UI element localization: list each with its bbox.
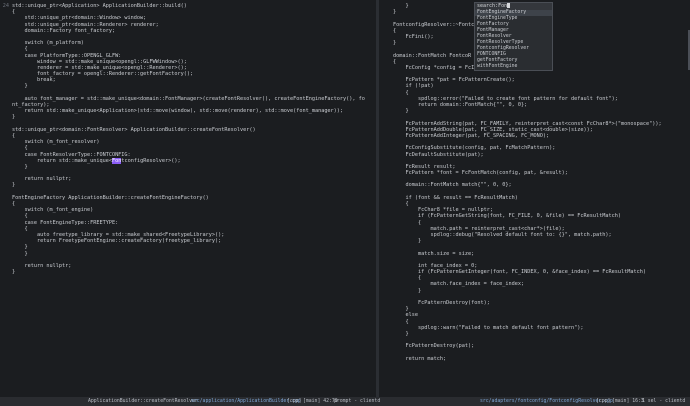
completion-search-text: search:Fon	[477, 3, 508, 9]
code-line[interactable]: FcPatternAddString(pat, FC_FAMILY, reint…	[393, 121, 688, 127]
completion-popup[interactable]: search:Fon FontEngineFactory FontEngineTy…	[474, 2, 553, 71]
line-number	[0, 269, 9, 275]
code-area[interactable]: std::unique_ptr<Application> Application…	[12, 3, 374, 275]
text-cursor: Fon	[111, 157, 122, 164]
code-line[interactable]: if (FcPatternGetInteger(font, FC_INDEX, …	[393, 269, 688, 275]
code-line[interactable]: return match;	[393, 356, 688, 362]
status-position-right: [main] 16:3	[612, 399, 644, 404]
code-line[interactable]: return std::make_unique<Application>(std…	[12, 108, 374, 114]
completion-item[interactable]: withFontEngine	[475, 64, 552, 70]
status-position: [main] 42:70	[303, 399, 338, 404]
status-language: [cpp]	[287, 399, 302, 404]
status-file-path[interactable]: src/application/ApplicationBuilder.cpp	[191, 397, 301, 406]
status-symbol: ApplicationBuilder::createFontResolver	[88, 399, 198, 404]
code-line[interactable]: }	[12, 269, 374, 275]
code-line[interactable]: auto font_manager = std::make_unique<dom…	[12, 96, 374, 102]
status-language-right: [cpp]	[596, 399, 611, 404]
text-caret	[507, 3, 511, 8]
line-number-gutter: 24	[0, 3, 9, 275]
line-number-gutter	[379, 3, 389, 362]
status-selection: 1 sel - clientd	[642, 399, 686, 404]
status-file-path-right[interactable]: src/adapters/fontconfig/FontconfigResolv…	[480, 397, 613, 406]
status-bar: ApplicationBuilder::createFontResolver s…	[0, 397, 690, 406]
completion-search-input[interactable]: search:Fon	[475, 3, 552, 10]
completion-list: FontEngineFactory FontEngineType FontFacto…	[475, 10, 552, 70]
line-number	[379, 356, 389, 362]
status-mode: prompt - clientd	[334, 399, 381, 404]
left-editor-pane[interactable]: 24 std::unique_ptr<Application> Applicat…	[0, 0, 376, 397]
